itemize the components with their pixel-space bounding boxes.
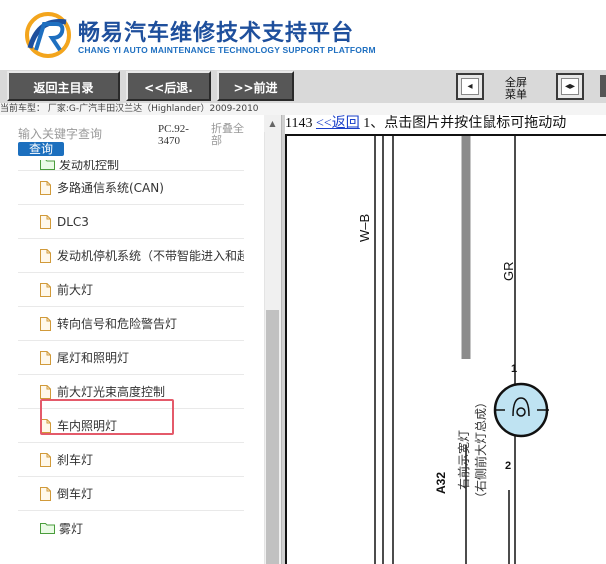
wire-label-right: GR <box>501 262 516 282</box>
forward-button[interactable]: >>前进 <box>217 71 294 101</box>
page-number: 1143 <box>285 116 313 131</box>
content-panel: 1143 <<返回 1、点击图片并按住鼠标可拖动动 W–B GR 1 2 A32… <box>285 115 606 564</box>
document-icon <box>40 180 51 195</box>
tree-item-label: 发动机控制 <box>59 160 120 171</box>
wiring-diagram[interactable]: W–B GR 1 2 A32 右前示宽灯 （右侧前大灯总成） <box>287 136 606 564</box>
pin-label-top: 1 <box>511 363 517 375</box>
vehicle-info: 当前车型： 厂家:G-广汽丰田汉兰达（Highlander）2009-2010 <box>0 103 606 115</box>
tree-item-label: 尾灯和照明灯 <box>57 351 130 365</box>
document-icon <box>40 248 51 263</box>
tree-item-label: 发动机停机系统（不带智能进入和起 <box>57 249 244 263</box>
selection-highlight <box>40 399 174 435</box>
tree-list: 发动机控制 多路通信系统(CAN) DLC3 发动机停机系统（不带智能进入和起 … <box>18 160 244 545</box>
document-icon <box>40 452 51 467</box>
tree-item-dlc3[interactable]: DLC3 <box>18 205 244 239</box>
pc-code: PC.92-3470 <box>158 123 189 147</box>
scroll-up-icon[interactable]: ▲ <box>264 115 281 132</box>
fullscreen-menu-label[interactable]: 全屏菜单 <box>502 77 530 101</box>
instruction-text: 1、点击图片并按住鼠标可拖动动 <box>363 116 567 131</box>
tree-item-immobiliser[interactable]: 发动机停机系统（不带智能进入和起 <box>18 239 244 273</box>
tree-item-label: 多路通信系统(CAN) <box>57 181 164 195</box>
toolbar-overflow <box>600 75 606 97</box>
tree-item-label: 前大灯光束高度控制 <box>57 385 166 399</box>
folder-icon <box>40 160 55 170</box>
tree-item-turn-hazard[interactable]: 转向信号和危险警告灯 <box>18 307 244 341</box>
search-button[interactable]: 查询 <box>18 142 64 156</box>
split-left-icon: ◂ <box>461 78 479 95</box>
tree-item-label: 前大灯 <box>57 283 94 297</box>
tree-item-headlights[interactable]: 前大灯 <box>18 273 244 307</box>
content-header: 1143 <<返回 1、点击图片并按住鼠标可拖动动 <box>285 116 566 132</box>
expand-menu-button[interactable]: ◂▸ <box>556 73 584 100</box>
document-icon <box>40 350 51 365</box>
logo-icon <box>25 12 71 58</box>
scrollbar-thumb[interactable] <box>266 310 279 564</box>
sidebar: 输入关键字查询 查询 PC.92-3470 折叠全部 发动机控制 多路通信系统(… <box>0 115 283 564</box>
tree-item-can[interactable]: 多路通信系统(CAN) <box>18 171 244 205</box>
collapse-all-button[interactable]: 折叠全部 <box>211 123 251 147</box>
document-icon <box>40 384 51 399</box>
home-button[interactable]: 返回主目录 <box>7 71 120 101</box>
folder-icon <box>40 523 55 534</box>
component-name: 右前示宽灯 <box>456 430 471 490</box>
document-icon <box>40 214 51 229</box>
tree-item-fog-light[interactable]: 雾灯 <box>18 511 244 545</box>
tree-item-label: 雾灯 <box>59 521 84 536</box>
platform-subtitle: CHANG YI AUTO MAINTENANCE TECHNOLOGY SUP… <box>78 45 376 55</box>
pin-label-bottom: 2 <box>505 460 511 472</box>
component-id: A32 <box>434 472 448 494</box>
back-link[interactable]: <<返回 <box>316 116 360 131</box>
document-icon <box>40 486 51 501</box>
wire-label-left: W–B <box>357 214 372 242</box>
tree-item-engine-control[interactable]: 发动机控制 <box>18 160 244 171</box>
tree-item-reverse-light[interactable]: 倒车灯 <box>18 477 244 511</box>
document-icon <box>40 282 51 297</box>
tree-item-label: DLC3 <box>57 214 89 229</box>
document-icon <box>40 316 51 331</box>
tree-item-tail-illumination[interactable]: 尾灯和照明灯 <box>18 341 244 375</box>
collapse-menu-button[interactable]: ◂ <box>456 73 484 100</box>
component-note: （右侧前大灯总成） <box>473 396 488 504</box>
search-input[interactable]: 输入关键字查询 <box>18 125 102 142</box>
toolbar: 返回主目录 <<后退. >>前进 ◂ 全屏菜单 ◂▸ <box>0 70 606 104</box>
header: 畅易汽车维修技术支持平台 CHANG YI AUTO MAINTENANCE T… <box>0 0 606 70</box>
wiring-diagram-frame[interactable]: W–B GR 1 2 A32 右前示宽灯 （右侧前大灯总成） <box>285 134 606 564</box>
tree-item-label: 倒车灯 <box>57 487 94 501</box>
platform-title: 畅易汽车维修技术支持平台 <box>78 21 355 46</box>
tree-item-brake-light[interactable]: 刹车灯 <box>18 443 244 477</box>
lamp-bulb-icon[interactable] <box>493 382 549 438</box>
split-both-icon: ◂▸ <box>561 78 579 95</box>
tree-item-label: 刹车灯 <box>57 453 94 467</box>
back-button[interactable]: <<后退. <box>126 71 211 101</box>
tree-item-label: 转向信号和危险警告灯 <box>57 317 178 331</box>
